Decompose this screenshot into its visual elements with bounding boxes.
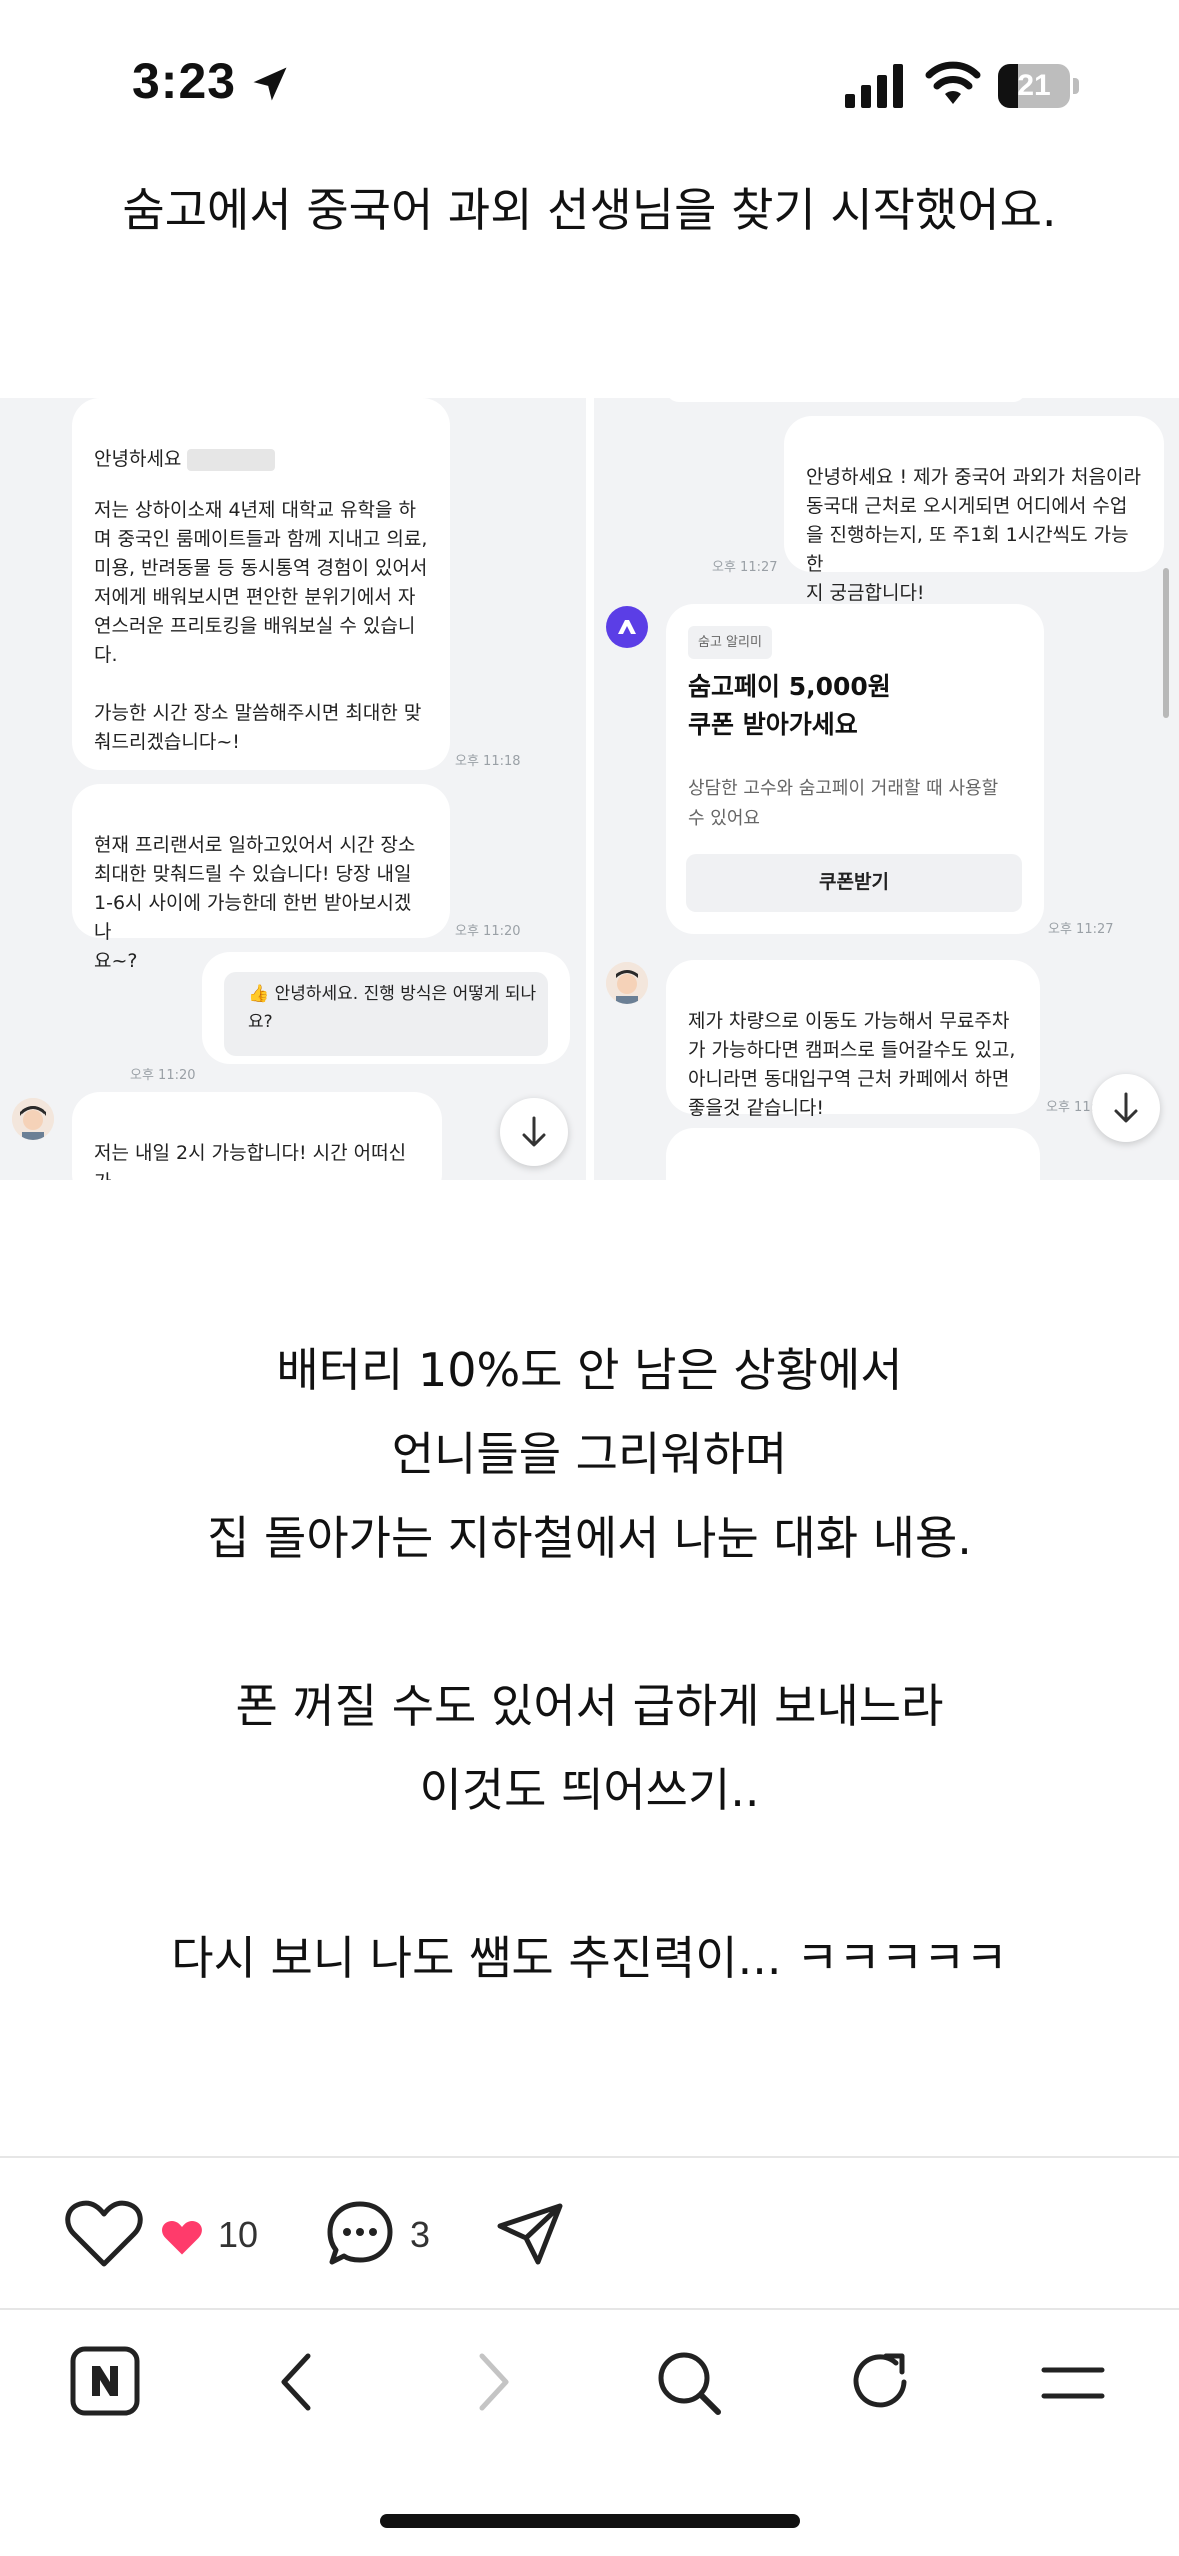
coupon-title: 숨고페이 5,000원 쿠폰 받아가세요 [688,672,891,739]
chat-bubble: 저는 내일 2시 가능합니다! 시간 어떠신가 요~? [72,1092,442,1180]
tutor-avatar [12,1098,54,1140]
status-bar: 3:23 21 [0,0,1179,150]
message-time: 오후 11:27 [1048,922,1114,937]
greeting-text: 안녕하세요 [94,448,182,470]
menu-icon[interactable] [1040,2356,1106,2410]
chat-bubble: 👍 안녕하세요. 진행 방식은 어떻게 되나 요? [202,952,570,1064]
scrollbar[interactable] [1163,568,1169,718]
refresh-icon[interactable] [846,2348,916,2418]
battery-indicator: 21 [998,64,1080,110]
body-line: 다시 보니 나도 쌤도 추진력이... ㅋㅋㅋㅋㅋ [171,1931,1008,1985]
status-time: 3:23 [132,53,237,109]
chat-bubble-text: 저는 내일 2시 가능합니다! 시간 어떠신가 요~? [94,1142,407,1180]
back-arrow-icon[interactable] [276,2350,316,2414]
chat-bubble [666,398,1026,402]
body-line [0,1580,1179,1664]
chat-bubble-text: 제가 차량으로 이동도 가능해서 무료주차 가 가능하다면 캠퍼스로 들어갈수도… [688,1010,1016,1119]
chat-screenshots-image: 안녕하세요 저는 상하이소재 4년제 대학교 유학을 하 며 중국인 룸메이트들… [0,398,1179,1180]
search-icon[interactable] [654,2348,724,2418]
coupon-card: 숨고 알리미 숨고페이 5,000원 쿠폰 받아가세요 상담한 고수와 숨고페이… [666,604,1044,934]
coupon-description: 상담한 고수와 숨고페이 거래할 때 사용할 수 있어요 [688,778,999,829]
message-time: 오후 11: [1046,1100,1095,1115]
speech-bubble-icon[interactable] [324,2198,396,2270]
message-time: 오후 11:20 [130,1068,196,1083]
redacted-name [187,448,276,471]
cellular-signal-icon [845,64,903,108]
soomgo-logo-icon [606,606,648,648]
paper-plane-icon[interactable] [494,2200,566,2268]
body-line: 폰 꺼질 수도 있어서 급하게 보내느라 [235,1679,944,1733]
comment-count[interactable]: 3 [410,2214,430,2256]
message-time: 오후 11:18 [455,754,521,769]
tutor-avatar [606,962,648,1004]
home-indicator[interactable] [380,2514,800,2528]
arrow-down-icon [522,1116,546,1147]
forward-arrow-icon[interactable] [474,2350,514,2414]
location-arrow-icon [253,67,287,101]
chat-bubble-text: 저는 상하이소재 4년제 대학교 유학을 하 며 중국인 룸메이트들과 함께 지… [94,499,428,753]
coupon-button[interactable]: 쿠폰받기 [686,854,1022,912]
chat-bubble-text: 👍 안녕하세요. 진행 방식은 어떻게 되나 요? [248,984,537,1032]
body-line [0,1832,1179,1916]
body-line: 언니들을 그리워하며 [391,1427,788,1481]
scroll-down-button[interactable] [1092,1074,1160,1142]
chat-bubble-text: 안녕하세요 ! 제가 중국어 과외가 처음이라 동국대 근처로 오시게되면 어디… [806,466,1141,604]
body-line: 배터리 10%도 안 남은 상황에서 [276,1343,903,1397]
chat-bubble-partial [666,1128,1040,1180]
naver-logo-icon[interactable] [70,2346,140,2416]
image-divider [586,398,594,1180]
body-line: 이것도 띄어쓰기.. [419,1763,760,1817]
chat-bubble: 제가 차량으로 이동도 가능해서 무료주차 가 가능하다면 캠퍼스로 들어갈수도… [666,960,1040,1119]
heart-outline-icon[interactable] [64,2198,144,2270]
arrow-down-icon [1114,1092,1138,1123]
body-line: 집 돌아가는 지하철에서 나눈 대화 내용. [207,1511,972,1565]
heart-filled-icon [162,2221,202,2255]
scroll-down-button[interactable] [500,1098,568,1166]
like-count[interactable]: 10 [218,2214,258,2256]
battery-level: 21 [1017,69,1051,102]
chat-bubble: 안녕하세요 저는 상하이소재 4년제 대학교 유학을 하 며 중국인 룸메이트들… [72,398,450,770]
message-time: 오후 11:27 [712,560,778,575]
chat-bubble: 안녕하세요 ! 제가 중국어 과외가 처음이라 동국대 근처로 오시게되면 어디… [784,416,1164,604]
chat-bubble: 현재 프리랜서로 일하고있어서 시간 장소 최대한 맞춰드릴 수 있습니다! 당… [72,784,450,972]
post-headline: 숨고에서 중국어 과외 선생님을 찾기 시작했어요. [122,183,1057,237]
wifi-icon [925,61,981,104]
message-time: 오후 11:20 [455,924,521,939]
post-body: 배터리 10%도 안 남은 상황에서 언니들을 그리워하며 집 돌아가는 지하철… [0,1328,1179,2000]
post-action-bar: 10 3 [0,2158,1179,2308]
notice-tag: 숨고 알리미 [688,626,772,659]
